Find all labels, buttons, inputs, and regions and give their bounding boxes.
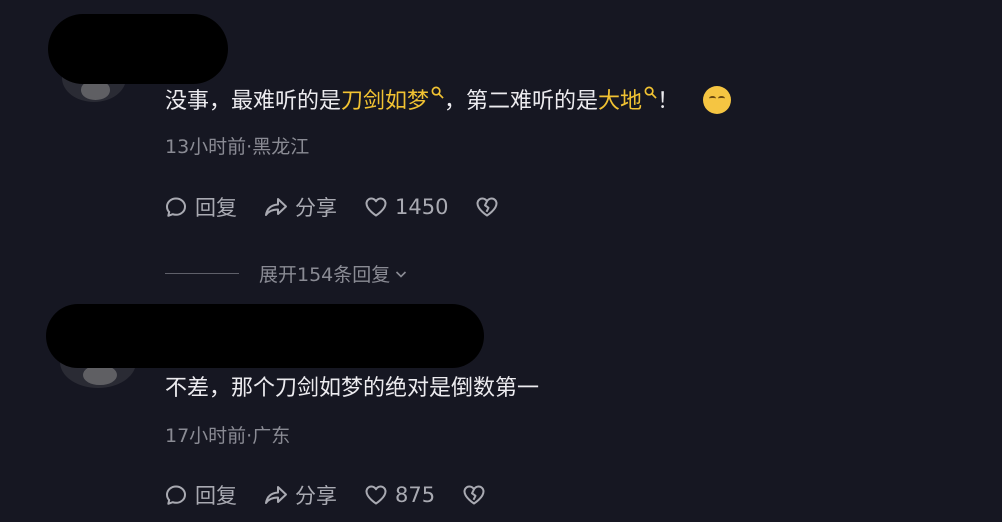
reply-label: 回复 (195, 484, 237, 508)
reply-label: 回复 (195, 196, 237, 220)
reply-button[interactable]: 回复 (163, 192, 237, 222)
comment-1: 没事，最难听的是刀剑如梦 ，第二难听的是大地 ！ 13小时前·黑龙江 回复 分享 1… (0, 0, 1002, 300)
comment-text-part: 没事，最难听的是 (165, 89, 342, 114)
redacted-username (46, 304, 484, 368)
comment-meta: 17小时前·广东 (165, 425, 291, 447)
comment-actions: 回复 分享 875 (163, 480, 519, 510)
comment-text-part: ，第二难听的是 (444, 89, 599, 114)
like-count: 1450 (395, 195, 449, 219)
expand-replies-button[interactable]: 展开154条回复 (165, 260, 408, 287)
search-keyword-link[interactable]: 大地 (598, 89, 642, 114)
heart-icon (365, 197, 387, 217)
reply-bubble-icon (166, 197, 186, 217)
comment-actions: 回复 分享 1450 (163, 192, 532, 222)
share-button[interactable]: 分享 (263, 480, 337, 510)
dislike-button[interactable] (474, 194, 506, 220)
share-arrow-icon (265, 198, 287, 216)
search-keyword-link[interactable]: 刀剑如梦 (341, 89, 429, 114)
reply-button[interactable]: 回复 (163, 480, 237, 510)
share-label: 分享 (295, 484, 337, 508)
shushing-face-emoji-icon (703, 86, 732, 114)
reply-bubble-icon (166, 485, 186, 505)
search-icon (644, 86, 657, 99)
share-arrow-icon (265, 486, 287, 504)
comment-text: 不差，那个刀剑如梦的绝对是倒数第一 (165, 376, 540, 401)
dislike-button[interactable] (461, 482, 493, 508)
heart-icon (365, 485, 387, 505)
comment-2: 不差，那个刀剑如梦的绝对是倒数第一 17小时前·广东 回复 分享 875 (0, 300, 1002, 522)
redacted-username (48, 14, 228, 84)
divider-line (165, 273, 239, 274)
search-icon (431, 86, 444, 99)
like-count: 875 (395, 483, 436, 507)
share-label: 分享 (295, 196, 337, 220)
like-button[interactable]: 1450 (363, 194, 448, 220)
comment-text-part: ！ (657, 89, 680, 114)
expand-replies-label: 展开154条回复 (259, 264, 391, 286)
like-button[interactable]: 875 (363, 482, 435, 508)
broken-heart-icon (463, 485, 485, 505)
comment-text: 没事，最难听的是刀剑如梦 ，第二难听的是大地 ！ (165, 86, 732, 117)
chevron-down-icon (396, 270, 407, 278)
broken-heart-icon (476, 197, 498, 217)
share-button[interactable]: 分享 (263, 192, 337, 222)
comment-meta: 13小时前·黑龙江 (165, 136, 310, 158)
